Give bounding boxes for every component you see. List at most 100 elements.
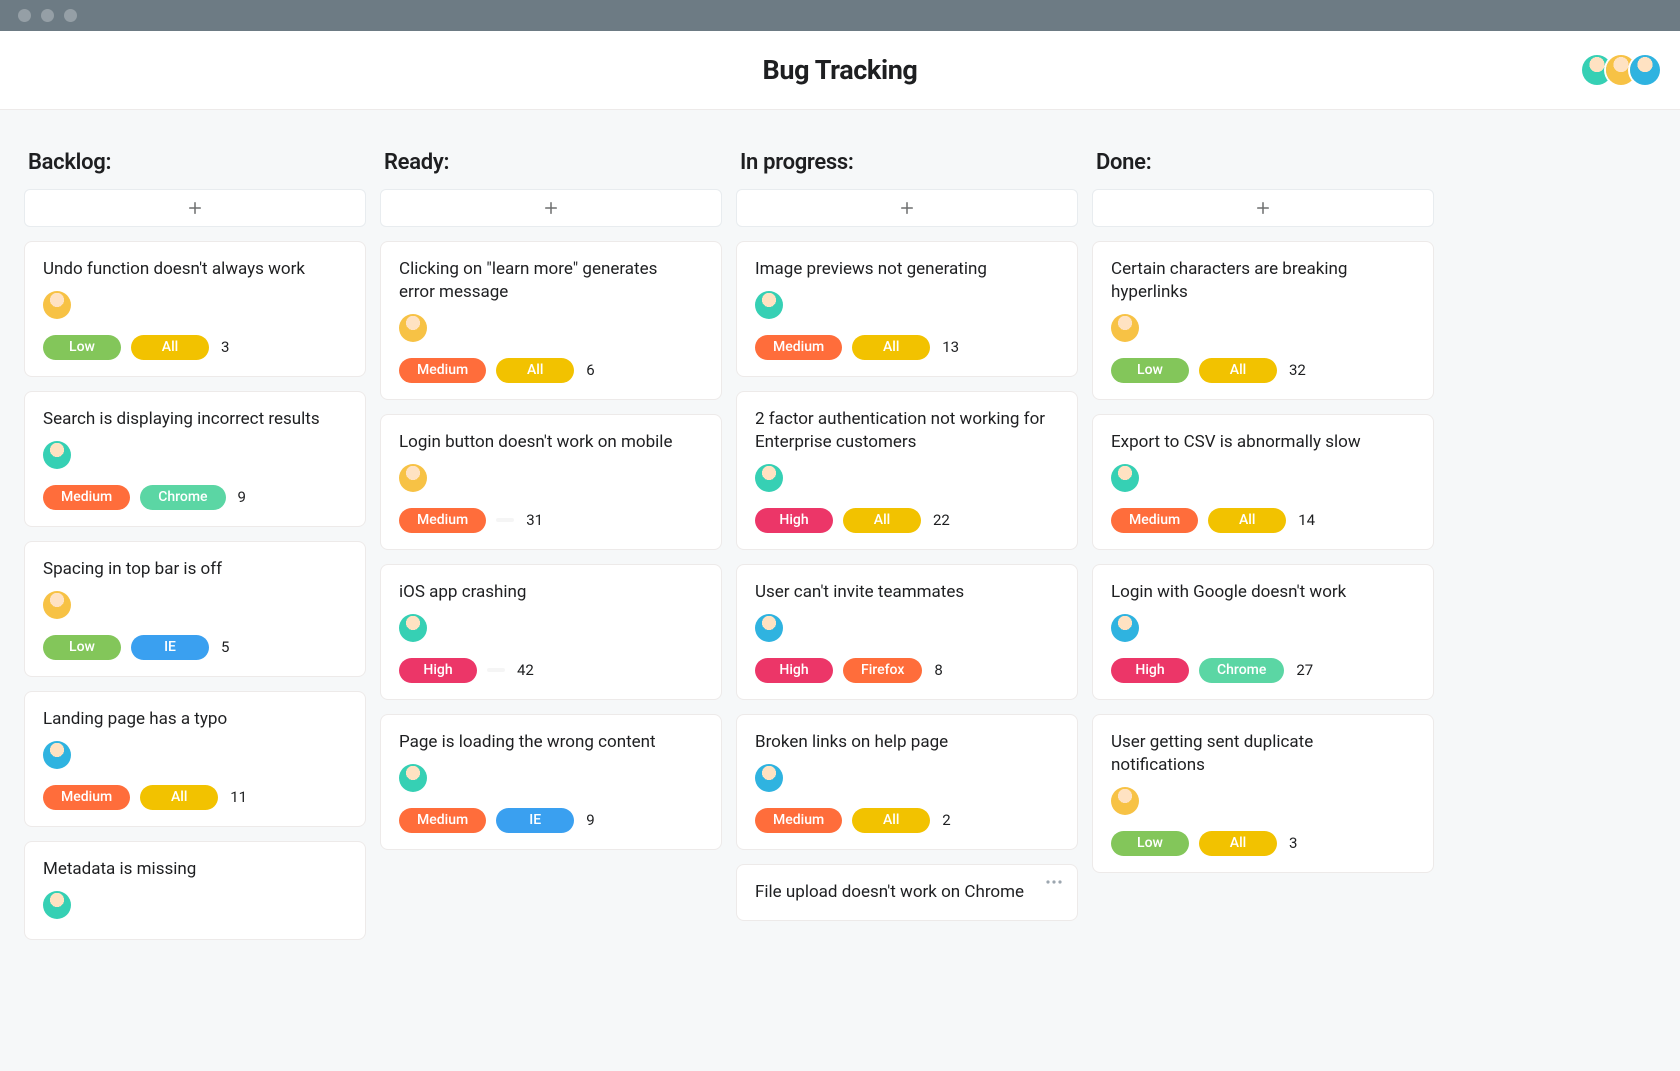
card-title: User getting sent duplicate notification… (1111, 731, 1415, 777)
card-tags-row: LowAll3 (1111, 831, 1415, 856)
browser-pill[interactable]: All (1208, 508, 1286, 533)
card[interactable]: Broken links on help pageMediumAll2 (736, 714, 1078, 850)
card-count: 14 (1296, 511, 1315, 529)
browser-pill[interactable]: Chrome (140, 485, 225, 510)
card-count: 32 (1287, 361, 1306, 379)
assignee-avatar[interactable] (1111, 464, 1139, 492)
browser-pill[interactable] (496, 518, 514, 522)
card[interactable]: Search is displaying incorrect resultsMe… (24, 391, 366, 527)
member-avatar[interactable] (1630, 55, 1660, 85)
card[interactable]: Metadata is missing (24, 841, 366, 940)
card[interactable]: Login with Google doesn't work High Chrome… (1092, 564, 1434, 700)
card-tags-row: HighChrome27 (1111, 658, 1415, 683)
priority-pill[interactable]: Low (1111, 358, 1189, 383)
priority-pill[interactable]: Low (43, 635, 121, 660)
assignee-avatar[interactable] (399, 614, 427, 642)
assignee-avatar[interactable] (755, 291, 783, 319)
card-count: 42 (515, 661, 534, 679)
card[interactable]: Clicking on "learn more" generates error… (380, 241, 722, 400)
priority-pill[interactable]: High (399, 658, 477, 683)
card-tags-row: Medium31 (399, 508, 703, 533)
assignee-avatar[interactable] (43, 441, 71, 469)
card-tags-row: High All 22 (755, 508, 1059, 533)
traffic-light-zoom[interactable] (64, 9, 77, 22)
priority-pill[interactable]: Medium (399, 508, 486, 533)
card-count: 22 (931, 511, 950, 529)
add-card-button[interactable] (736, 189, 1078, 227)
card-count: 5 (219, 638, 229, 656)
card[interactable]: Image previews not generatingMediumAll13 (736, 241, 1078, 377)
card[interactable]: 2 factor authentication not working for … (736, 391, 1078, 550)
column-body: Certain characters are breaking hyperlin… (1086, 189, 1440, 1068)
assignee-avatar[interactable] (43, 891, 71, 919)
assignee-avatar[interactable] (399, 764, 427, 792)
project-members[interactable] (1582, 55, 1660, 85)
priority-pill[interactable]: Medium (399, 808, 486, 833)
card-title: 2 factor authentication not working for … (755, 408, 1059, 454)
assignee-avatar[interactable] (43, 591, 71, 619)
browser-pill[interactable]: IE (496, 808, 574, 833)
browser-pill[interactable]: All (140, 785, 218, 810)
add-card-button[interactable] (1092, 189, 1434, 227)
column-title: In progress: (730, 150, 1084, 189)
assignee-avatar[interactable] (755, 614, 783, 642)
card[interactable]: File upload doesn't work on Chrome (736, 864, 1078, 921)
card[interactable]: Undo function doesn't always workLowAll3 (24, 241, 366, 377)
assignee-avatar[interactable] (755, 464, 783, 492)
priority-pill[interactable]: High (755, 658, 833, 683)
priority-pill[interactable]: Medium (755, 335, 842, 360)
priority-pill[interactable]: High (755, 508, 833, 533)
browser-pill[interactable]: All (131, 335, 209, 360)
card[interactable]: Login button doesn't work on mobileMediu… (380, 414, 722, 550)
browser-pill[interactable] (487, 668, 505, 672)
browser-pill[interactable]: All (843, 508, 921, 533)
assignee-avatar[interactable] (755, 764, 783, 792)
card[interactable]: Spacing in top bar is offLowIE5 (24, 541, 366, 677)
traffic-light-close[interactable] (18, 9, 31, 22)
card-title: Clicking on "learn more" generates error… (399, 258, 703, 304)
browser-pill[interactable]: All (852, 335, 930, 360)
assignee-avatar[interactable] (399, 464, 427, 492)
plus-icon (542, 199, 560, 217)
browser-pill[interactable]: All (852, 808, 930, 833)
traffic-light-minimize[interactable] (41, 9, 54, 22)
browser-pill[interactable]: Chrome (1199, 658, 1284, 683)
card[interactable]: User can't invite teammatesHighFirefox8 (736, 564, 1078, 700)
priority-pill[interactable]: Medium (43, 485, 130, 510)
priority-pill[interactable]: Medium (755, 808, 842, 833)
priority-pill[interactable]: Low (1111, 831, 1189, 856)
assignee-avatar[interactable] (1111, 314, 1139, 342)
card[interactable]: iOS app crashingHigh42 (380, 564, 722, 700)
card[interactable]: Export to CSV is abnormally slowMediumAl… (1092, 414, 1434, 550)
assignee-avatar[interactable] (43, 741, 71, 769)
browser-pill[interactable]: Firefox (843, 658, 922, 683)
card-tags-row: High 42 (399, 658, 703, 683)
add-card-button[interactable] (380, 189, 722, 227)
column-title: Ready: (374, 150, 728, 189)
assignee-avatar[interactable] (1111, 614, 1139, 642)
assignee-avatar[interactable] (399, 314, 427, 342)
add-card-button[interactable] (24, 189, 366, 227)
browser-pill[interactable]: All (1199, 831, 1277, 856)
card[interactable]: Certain characters are breaking hyperlin… (1092, 241, 1434, 400)
card[interactable]: Page is loading the wrong contentMediumI… (380, 714, 722, 850)
priority-pill[interactable]: Low (43, 335, 121, 360)
card[interactable]: Landing page has a typoMediumAll11 (24, 691, 366, 827)
card-menu-button[interactable] (1043, 875, 1065, 889)
card-title: Login with Google doesn't work (1111, 581, 1415, 604)
browser-pill[interactable]: All (496, 358, 574, 383)
priority-pill[interactable]: High (1111, 658, 1189, 683)
assignee-avatar[interactable] (1111, 787, 1139, 815)
card-count: 2 (940, 811, 950, 829)
card-tags-row: MediumAll13 (755, 335, 1059, 360)
kanban-board[interactable]: Backlog:Undo function doesn't always wor… (0, 110, 1680, 1071)
priority-pill[interactable]: Medium (43, 785, 130, 810)
priority-pill[interactable]: Medium (399, 358, 486, 383)
assignee-avatar[interactable] (43, 291, 71, 319)
plus-icon (898, 199, 916, 217)
browser-pill[interactable]: IE (131, 635, 209, 660)
priority-pill[interactable]: Medium (1111, 508, 1198, 533)
browser-pill[interactable]: All (1199, 358, 1277, 383)
card-tags-row: LowAll3 (43, 335, 347, 360)
card[interactable]: User getting sent duplicate notification… (1092, 714, 1434, 873)
